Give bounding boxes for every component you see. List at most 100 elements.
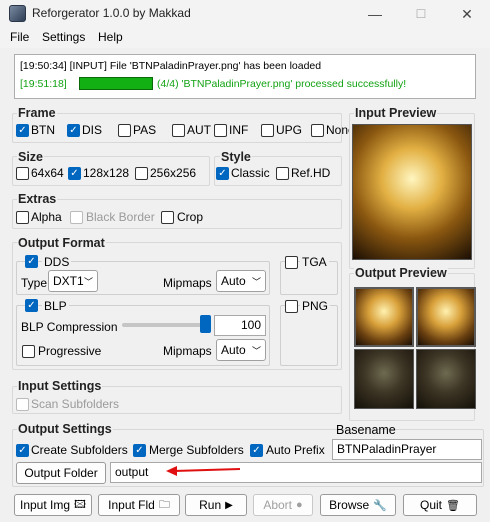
log-progress-fill (80, 78, 152, 89)
blp-mipmaps-value: Auto (221, 343, 246, 357)
blp-compression-label: BLP Compression (21, 320, 118, 334)
trash-icon: 🗑 (446, 499, 460, 512)
alpha-label: Alpha (31, 210, 62, 224)
size-options: 64x64 ✓ 128x128 256x256 (16, 166, 210, 181)
progressive-checkbox[interactable] (22, 345, 35, 358)
dds-type-value: DXT1 (53, 274, 84, 288)
input-img-label: Input Img (20, 498, 71, 512)
frame-pas-checkbox[interactable] (118, 124, 131, 137)
blp-compression-input[interactable]: 100 (214, 315, 266, 336)
output-folder-button[interactable]: Output Folder (16, 462, 106, 484)
basename-label: Basename (336, 423, 396, 437)
merge-subfolders-checkbox[interactable]: ✓ (133, 444, 146, 457)
check-icon: ✓ (18, 444, 27, 456)
input-settings-title: Input Settings (17, 379, 103, 393)
size-128x128-label: 128x128 (83, 166, 130, 180)
create-subfolders-checkbox[interactable]: ✓ (16, 444, 29, 457)
auto-prefix-checkbox[interactable]: ✓ (250, 444, 263, 457)
dds-mipmaps-value: Auto (221, 274, 246, 288)
stop-icon: ● (296, 499, 303, 511)
scan-subfolders-label: Scan Subfolders (31, 397, 120, 411)
png-subgroup (280, 305, 338, 366)
frame-inf-checkbox[interactable] (214, 124, 227, 137)
dds-checkbox[interactable]: ✓ (25, 255, 38, 268)
input-img-button[interactable]: Input Img 🖾 (14, 494, 92, 516)
output-preview-title: Output Preview (354, 266, 448, 280)
input-preview-title: Input Preview (354, 106, 438, 120)
size-128x128-checkbox[interactable]: ✓ (68, 167, 81, 180)
check-icon: ✓ (252, 444, 261, 456)
blp-checkbox[interactable]: ✓ (25, 299, 38, 312)
tga-label: TGA (300, 255, 329, 269)
dropdown-chevron-icon: ﹀ (251, 345, 261, 356)
style-ref-hd-checkbox[interactable] (276, 167, 289, 180)
blp-compression-slider-thumb[interactable] (200, 315, 211, 333)
check-icon: ✓ (218, 167, 227, 179)
browse-button[interactable]: Browse 🔧 (320, 494, 396, 516)
scan-subfolders-checkbox[interactable] (16, 398, 29, 411)
input-fld-button[interactable]: Input Fld 🗀 (98, 494, 180, 516)
frame-options: ✓ BTN ✓ DIS PAS AUT INF UPG None (16, 123, 355, 138)
create-subfolders-label: Create Subfolders (31, 443, 128, 457)
frame-pas-label: PAS (133, 123, 157, 137)
play-icon: ▶ (225, 499, 233, 511)
frame-group-title: Frame (17, 106, 57, 120)
dropdown-chevron-icon: ﹀ (251, 276, 261, 287)
style-group-title: Style (220, 150, 252, 164)
frame-btn-checkbox[interactable]: ✓ (16, 124, 29, 137)
size-group-title: Size (17, 150, 45, 164)
run-button[interactable]: Run ▶ (185, 494, 247, 516)
output-format-group-title: Output Format (17, 236, 106, 250)
folder-icon: 🗀 (158, 498, 170, 511)
progressive-label: Progressive (38, 344, 102, 358)
dds-type-select[interactable]: DXT1 ﹀ (48, 270, 98, 292)
style-ref-hd-label: Ref.HD (291, 166, 331, 180)
frame-upg-checkbox[interactable] (261, 124, 274, 137)
close-button[interactable]: ✕ (444, 0, 490, 28)
frame-none-checkbox[interactable] (311, 124, 324, 137)
blp-mipmaps-select[interactable]: Auto ﹀ (216, 339, 266, 361)
size-256x256-checkbox[interactable] (135, 167, 148, 180)
window-title: Reforgerator 1.0.0 by Makkad (32, 6, 191, 20)
maximize-button[interactable]: ☐ (398, 0, 444, 28)
menu-help[interactable]: Help (98, 30, 123, 44)
style-classic-checkbox[interactable]: ✓ (216, 167, 229, 180)
blp-compression-slider-track[interactable] (122, 323, 206, 327)
style-options: ✓ Classic Ref.HD (216, 166, 340, 181)
check-icon: ✓ (69, 124, 78, 136)
dds-mipmaps-label: Mipmaps (163, 276, 212, 290)
frame-aut-checkbox[interactable] (172, 124, 185, 137)
png-label: PNG (300, 299, 331, 313)
black-border-checkbox[interactable] (70, 211, 83, 224)
blp-label: BLP (42, 299, 69, 313)
minimize-button[interactable]: — (352, 0, 398, 28)
dds-label: DDS (42, 255, 72, 269)
menu-file[interactable]: File (10, 30, 29, 44)
abort-button[interactable]: Abort ● (253, 494, 313, 516)
basename-input[interactable]: BTNPaladinPrayer (332, 439, 482, 460)
dds-type-label: Type (21, 276, 48, 290)
menu-settings[interactable]: Settings (42, 30, 85, 44)
png-checkbox[interactable] (285, 300, 298, 313)
size-256x256-label: 256x256 (150, 166, 197, 180)
crop-checkbox[interactable] (161, 211, 174, 224)
size-64x64-checkbox[interactable] (16, 167, 29, 180)
log-panel: [19:50:34] [INPUT] File 'BTNPaladinPraye… (14, 54, 476, 99)
image-icon: 🖾 (74, 498, 86, 511)
check-icon: ✓ (27, 255, 36, 267)
blp-mipmaps-label: Mipmaps (163, 344, 212, 358)
wrench-icon: 🔧 (373, 499, 387, 512)
dds-mipmaps-select[interactable]: Auto ﹀ (216, 270, 266, 292)
black-border-label: Black Border (86, 210, 155, 224)
frame-dis-checkbox[interactable]: ✓ (67, 124, 80, 137)
quit-button[interactable]: Quit 🗑 (403, 494, 477, 516)
merge-subfolders-label: Merge Subfolders (149, 443, 244, 457)
check-icon: ✓ (135, 444, 144, 456)
style-classic-label: Classic (231, 166, 270, 180)
alpha-checkbox[interactable] (16, 211, 29, 224)
abort-label: Abort (263, 498, 293, 512)
log-line-2-time: [19:51:18] (20, 78, 67, 90)
frame-inf-label: INF (229, 123, 249, 137)
tga-checkbox[interactable] (285, 256, 298, 269)
quit-label: Quit (420, 498, 443, 512)
